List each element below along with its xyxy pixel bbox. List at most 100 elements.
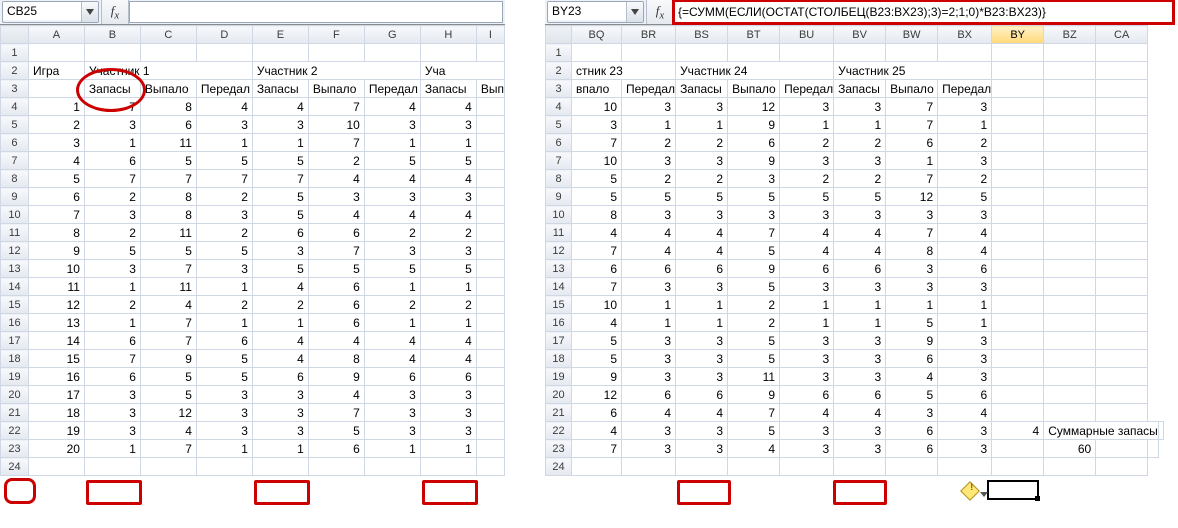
cell[interactable]: 1 [84, 440, 140, 458]
cell[interactable]: Выпало [728, 80, 780, 98]
cell[interactable]: 1 [196, 134, 252, 152]
cell[interactable] [886, 458, 938, 476]
cell[interactable] [28, 458, 84, 476]
cell[interactable] [728, 44, 780, 62]
row-header[interactable]: 18 [1, 350, 29, 368]
row-header[interactable]: 3 [546, 80, 572, 98]
cell[interactable]: 2 [420, 224, 476, 242]
cell[interactable] [1044, 188, 1096, 206]
column-header[interactable]: BY [992, 26, 1044, 44]
cell[interactable]: 8 [140, 98, 196, 116]
cell[interactable] [28, 44, 84, 62]
cell[interactable]: 2 [420, 296, 476, 314]
cell[interactable]: 1 [364, 440, 420, 458]
row-header[interactable]: 12 [546, 242, 572, 260]
cell[interactable]: 6 [938, 260, 992, 278]
cell[interactable]: 3 [84, 422, 140, 440]
cell[interactable]: 17 [28, 386, 84, 404]
cell[interactable]: 3 [196, 404, 252, 422]
cell[interactable]: 3 [364, 242, 420, 260]
cell[interactable]: 5 [196, 350, 252, 368]
cell[interactable]: 3 [252, 386, 308, 404]
cell[interactable] [476, 170, 504, 188]
cell[interactable]: 3 [780, 206, 834, 224]
cell[interactable]: 3 [622, 206, 676, 224]
cell[interactable]: 9 [728, 152, 780, 170]
cell[interactable] [834, 458, 886, 476]
cell[interactable]: 10 [308, 116, 364, 134]
cell[interactable]: 5 [196, 368, 252, 386]
cell[interactable] [1096, 116, 1148, 134]
column-header[interactable]: G [364, 26, 420, 44]
cell[interactable]: 1 [938, 116, 992, 134]
cell[interactable]: 2 [938, 170, 992, 188]
cell[interactable]: 4 [938, 242, 992, 260]
cell[interactable]: 10 [572, 296, 622, 314]
cell[interactable]: 3 [84, 404, 140, 422]
cell[interactable]: 4 [572, 314, 622, 332]
cell[interactable]: 1 [252, 440, 308, 458]
cell[interactable]: 2 [364, 224, 420, 242]
cell[interactable] [992, 98, 1044, 116]
cell[interactable]: 3 [728, 206, 780, 224]
cell[interactable]: 4 [676, 242, 728, 260]
cell[interactable]: 3 [196, 206, 252, 224]
cell[interactable] [476, 350, 504, 368]
cell[interactable]: Передал [364, 80, 420, 98]
row-header[interactable]: 2 [1, 62, 29, 80]
cell[interactable]: 11 [28, 278, 84, 296]
cell[interactable]: 8 [140, 206, 196, 224]
cell[interactable] [476, 440, 504, 458]
cell[interactable]: 3 [676, 368, 728, 386]
cell[interactable]: 1 [420, 440, 476, 458]
cell[interactable]: 6 [28, 188, 84, 206]
cell[interactable]: 3 [938, 350, 992, 368]
cell[interactable]: Запасы [84, 80, 140, 98]
cell[interactable]: 7 [140, 440, 196, 458]
cell[interactable] [1148, 440, 1159, 458]
cell[interactable] [1096, 98, 1148, 116]
cell[interactable]: 3 [364, 188, 420, 206]
cell[interactable]: 4 [572, 224, 622, 242]
cell[interactable]: 6 [364, 368, 420, 386]
cell[interactable]: 3 [834, 278, 886, 296]
cell[interactable] [676, 458, 728, 476]
cell[interactable] [252, 44, 308, 62]
cell[interactable]: 8 [28, 224, 84, 242]
cell[interactable]: 7 [308, 242, 364, 260]
cell[interactable]: 5 [728, 422, 780, 440]
cell[interactable]: 9 [886, 332, 938, 350]
cell[interactable]: 3 [676, 152, 728, 170]
cell[interactable]: 4 [728, 440, 780, 458]
smart-tag[interactable] [963, 482, 988, 499]
cell[interactable] [1044, 404, 1096, 422]
cell[interactable]: 3 [780, 98, 834, 116]
cell[interactable]: 7 [572, 440, 622, 458]
cell[interactable]: 1 [780, 314, 834, 332]
cell[interactable] [1044, 296, 1096, 314]
column-header[interactable]: I [476, 26, 504, 44]
cell[interactable]: 5 [252, 188, 308, 206]
cell[interactable]: 7 [886, 98, 938, 116]
cell[interactable]: 5 [572, 332, 622, 350]
cell[interactable]: 19 [28, 422, 84, 440]
cell[interactable]: 4 [938, 404, 992, 422]
cell[interactable]: 6 [728, 134, 780, 152]
cell[interactable]: 7 [140, 314, 196, 332]
cell[interactable]: 2 [728, 296, 780, 314]
cell[interactable] [992, 206, 1044, 224]
column-header[interactable]: A [28, 26, 84, 44]
cell[interactable] [84, 458, 140, 476]
cell[interactable] [886, 44, 938, 62]
cell[interactable]: 3 [834, 350, 886, 368]
cell[interactable]: 3 [886, 206, 938, 224]
cell[interactable] [364, 44, 420, 62]
cell[interactable]: стник 23 [572, 62, 676, 80]
cell[interactable]: 5 [252, 206, 308, 224]
cell[interactable]: 3 [622, 350, 676, 368]
row-header[interactable]: 19 [546, 368, 572, 386]
cell[interactable]: 2 [938, 134, 992, 152]
row-header[interactable]: 4 [546, 98, 572, 116]
row-header[interactable]: 16 [546, 314, 572, 332]
cell[interactable]: 5 [420, 260, 476, 278]
